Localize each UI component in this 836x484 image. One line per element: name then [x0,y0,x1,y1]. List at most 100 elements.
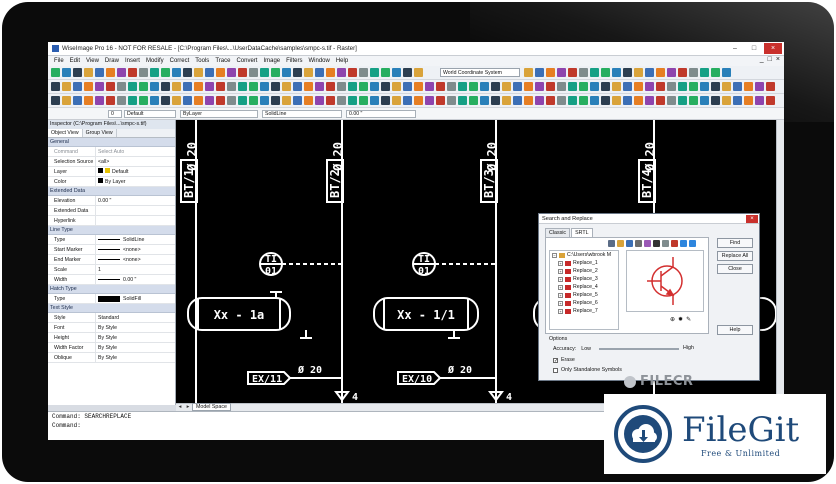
toolbar-tool-icon[interactable] [293,82,302,91]
toolbar-tool-icon[interactable] [293,96,302,105]
erase-checkbox[interactable]: ✓ Erase [553,357,575,363]
toolbar-tool-icon[interactable] [381,96,390,105]
toolbar-tool-icon[interactable] [546,68,555,77]
menu-filters[interactable]: Filters [283,58,305,64]
toolbar-tool-icon[interactable] [315,96,324,105]
toolbar-tool-icon[interactable] [172,68,181,77]
toolbar-tool-icon[interactable] [469,82,478,91]
checkbox-checked[interactable]: ✓ [553,357,558,363]
new-icon[interactable] [608,240,615,247]
tab-model-space[interactable]: Model Space [192,403,231,411]
linetype-select[interactable]: ByLayer [180,110,258,118]
toolbar-tool-icon[interactable] [73,82,82,91]
toolbar-tool-icon[interactable] [623,96,632,105]
toolbar-tool-icon[interactable] [480,82,489,91]
zoom-icon[interactable]: ⊕ [670,316,675,323]
property-row[interactable]: Type SolidFill [48,294,175,304]
toolbar-tool-icon[interactable] [293,68,302,77]
toolbar-tool-icon[interactable] [458,82,467,91]
toolbar-tool-icon[interactable] [326,68,335,77]
property-row[interactable]: Color By Layer [48,177,175,187]
section-hatch-type[interactable]: Hatch Type [48,285,175,294]
toolbar-tool-icon[interactable] [216,68,225,77]
toolbar-tool-icon[interactable] [172,82,181,91]
toolbar-tool-icon[interactable] [623,68,632,77]
toolbar-tool-icon[interactable] [51,68,60,77]
property-row[interactable]: Height By Style [48,333,175,343]
toolbar-tool-icon[interactable] [700,82,709,91]
toolbar-tool-icon[interactable] [656,96,665,105]
toolbar-tool-icon[interactable] [73,96,82,105]
toolbar-tool-icon[interactable] [766,82,775,91]
property-row[interactable]: Elevation 0.00 " [48,196,175,206]
expand-icon[interactable]: + [558,284,563,290]
toolbar-tool-icon[interactable] [315,68,324,77]
minimize-button[interactable]: – [726,43,744,54]
toolbar-tool-icon[interactable] [216,82,225,91]
toolbar-tool-icon[interactable] [84,96,93,105]
menu-help[interactable]: Help [333,58,351,64]
toolbar-tool-icon[interactable] [106,68,115,77]
toolbar-tool-icon[interactable] [656,68,665,77]
toolbar-tool-icon[interactable] [612,96,621,105]
toolbar-tool-icon[interactable] [238,68,247,77]
toolbar-tool-icon[interactable] [678,96,687,105]
toolbar-tool-icon[interactable] [348,68,357,77]
doc-minimize-button[interactable]: _ [760,56,764,63]
menu-draw[interactable]: Draw [102,58,122,64]
doc-close-button[interactable]: × [776,56,780,63]
capture-icon[interactable] [644,240,651,247]
toolbar-tool-icon[interactable] [766,96,775,105]
property-row[interactable]: Width 0.00 " [48,275,175,285]
toolbar-tool-icon[interactable] [150,68,159,77]
toolbar-tool-icon[interactable] [634,82,643,91]
tree-item[interactable]: + Replace_5 [550,291,618,299]
toolbar-tool-icon[interactable] [106,82,115,91]
toolbar-tool-icon[interactable] [304,82,313,91]
toolbar-tool-icon[interactable] [359,82,368,91]
toolbar-tool-icon[interactable] [425,82,434,91]
toolbar-tool-icon[interactable] [513,96,522,105]
toolbar-tool-icon[interactable] [524,96,533,105]
toolbar-tool-icon[interactable] [370,82,379,91]
toolbar-tool-icon[interactable] [524,68,533,77]
toolbar-tool-icon[interactable] [260,96,269,105]
toolbar-tool-icon[interactable] [249,82,258,91]
close-button[interactable]: × [764,43,782,54]
toolbar-tool-icon[interactable] [51,82,60,91]
toolbar-tool-icon[interactable] [183,82,192,91]
toolbar-tool-icon[interactable] [95,96,104,105]
property-row[interactable]: Scale 1 [48,265,175,275]
toolbar-tool-icon[interactable] [227,68,236,77]
property-row[interactable]: Command Select Auto [48,147,175,157]
toolbar-tool-icon[interactable] [579,68,588,77]
property-row[interactable]: End Marker <none> [48,255,175,265]
help-button[interactable]: Help [717,325,753,335]
toolbar-tool-icon[interactable] [667,82,676,91]
toolbar-tool-icon[interactable] [414,82,423,91]
toolbar-tool-icon[interactable] [62,68,71,77]
linetype-name-select[interactable]: SolidLine [262,110,342,118]
toolbar-tool-icon[interactable] [590,82,599,91]
toolbar-tool-icon[interactable] [249,96,258,105]
toolbar-tool-icon[interactable] [491,96,500,105]
property-row[interactable]: Extended Data [48,206,175,216]
toolbar-tool-icon[interactable] [458,96,467,105]
tab-object-view[interactable]: Object View [48,129,83,137]
toolbar-tool-icon[interactable] [348,96,357,105]
toolbar-tool-icon[interactable] [161,96,170,105]
save-icon[interactable] [626,240,633,247]
toolbar-tool-icon[interactable] [326,82,335,91]
layer-number-field[interactable]: 0 [108,110,122,118]
toolbar-tool-icon[interactable] [51,96,60,105]
coordinate-system-select[interactable]: World Coordinate System [440,68,520,77]
toolbar-tool-icon[interactable] [491,82,500,91]
toolbar-tool-icon[interactable] [73,68,82,77]
menu-insert[interactable]: Insert [122,58,143,64]
toolbar-tool-icon[interactable] [744,82,753,91]
toolbar-tool-icon[interactable] [689,96,698,105]
copy-icon[interactable] [662,240,669,247]
toolbar-tool-icon[interactable] [271,68,280,77]
vertical-scrollbar[interactable] [776,120,784,403]
accuracy-slider[interactable] [599,348,679,350]
